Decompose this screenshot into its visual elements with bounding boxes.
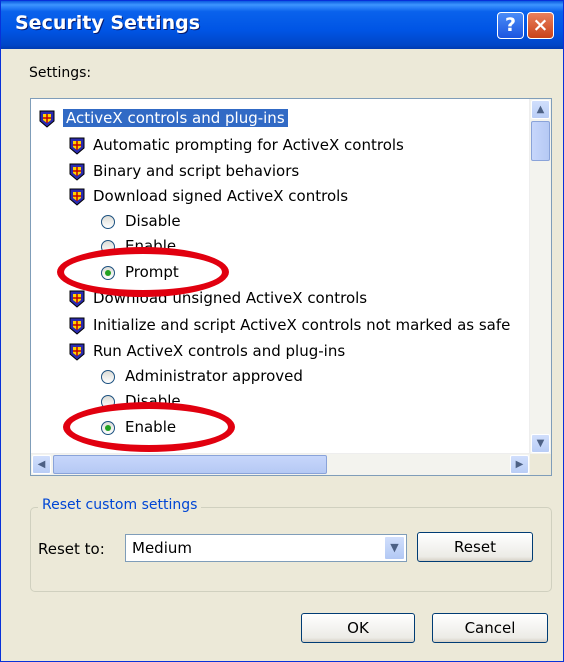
option-label: Disable — [125, 212, 181, 230]
scrollbar-corner — [530, 454, 551, 475]
vertical-scrollbar[interactable]: ▲ ▼ — [529, 99, 551, 454]
tree-item-label: Run ActiveX controls and plug-ins — [93, 342, 346, 360]
cancel-button[interactable]: Cancel — [432, 613, 548, 643]
option-label: Administrator approved — [125, 367, 303, 385]
shield-icon — [69, 137, 85, 155]
tree-item-setting[interactable]: Run ActiveX controls and plug-ins — [69, 339, 345, 363]
shield-icon — [69, 343, 85, 361]
tree-item-label: Binary and script behaviors — [93, 162, 300, 180]
scroll-left-icon[interactable]: ◀ — [32, 455, 51, 474]
tree-option-disable[interactable]: Disable — [101, 209, 181, 233]
horizontal-scrollbar[interactable]: ◀ ▶ — [31, 453, 531, 475]
reset-level-select[interactable]: Medium ▼ — [125, 534, 407, 562]
reset-group-label: Reset custom settings — [38, 497, 202, 513]
tree-item-setting[interactable]: Download signed ActiveX controls — [69, 184, 348, 208]
tree-item-label: Initialize and script ActiveX controls n… — [93, 316, 511, 334]
selected-level: Medium — [132, 539, 192, 557]
scroll-up-icon[interactable]: ▲ — [531, 100, 550, 119]
shield-icon — [69, 317, 85, 335]
vertical-scroll-thumb[interactable] — [531, 121, 550, 161]
scroll-down-icon[interactable]: ▼ — [531, 434, 550, 453]
tree-item-activex-controls[interactable]: ActiveX controls and plug-ins — [39, 106, 288, 130]
help-button[interactable]: ? — [497, 12, 524, 39]
tree-item-label: ActiveX controls and plug-ins — [63, 109, 288, 127]
tree-option-administrator-approved[interactable]: Administrator approved — [101, 364, 303, 388]
tree-item-label: Automatic prompting for ActiveX controls — [93, 136, 404, 154]
shield-icon — [69, 188, 85, 206]
annotation-ellipse-enable — [63, 402, 235, 452]
radio-button[interactable] — [101, 214, 115, 229]
shield-icon — [69, 163, 85, 181]
tree-item-setting[interactable]: Initialize and script ActiveX controls n… — [69, 313, 510, 337]
chevron-down-icon[interactable]: ▼ — [384, 536, 405, 560]
tree-item-setting[interactable]: Binary and script behaviors — [69, 159, 299, 183]
tree-item-setting[interactable]: Automatic prompting for ActiveX controls — [69, 133, 404, 157]
reset-button[interactable]: Reset — [417, 532, 533, 562]
window-title: Security Settings — [15, 12, 201, 34]
title-bar[interactable]: Security Settings ? × — [1, 1, 563, 49]
tree-item-label: Download signed ActiveX controls — [93, 187, 349, 205]
reset-to-label: Reset to: — [38, 540, 105, 558]
ok-button[interactable]: OK — [301, 613, 415, 643]
horizontal-scroll-thumb[interactable] — [53, 455, 327, 474]
security-settings-dialog: Security Settings ? × Settings: ActiveX … — [0, 0, 564, 662]
annotation-ellipse-prompt — [57, 247, 229, 297]
close-button[interactable]: × — [527, 12, 554, 39]
settings-label: Settings: — [29, 65, 92, 81]
shield-icon — [39, 110, 55, 128]
scroll-right-icon[interactable]: ▶ — [510, 455, 529, 474]
radio-button[interactable] — [101, 369, 115, 384]
shield-icon — [69, 290, 85, 308]
